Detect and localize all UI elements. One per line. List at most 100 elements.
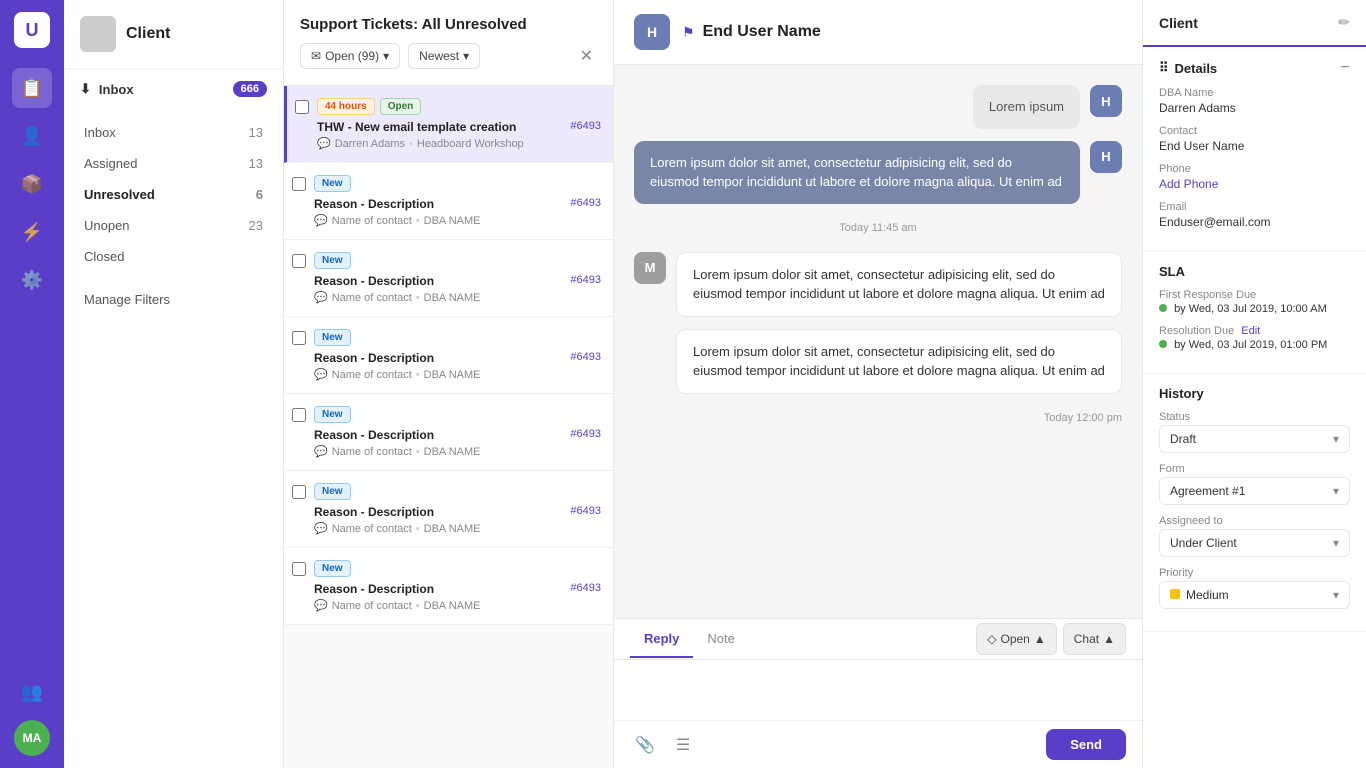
- message-avatar: H: [1090, 141, 1122, 173]
- right-panel-header: Client ✏: [1143, 0, 1366, 47]
- ticket-checkbox[interactable]: [292, 254, 306, 268]
- phone-value[interactable]: Add Phone: [1159, 177, 1350, 191]
- inbox-arrow-icon: ⬇: [80, 81, 91, 97]
- priority-dropdown[interactable]: Medium ▾: [1159, 581, 1350, 609]
- ticket-list-header: Support Tickets: All Unresolved ✉ Open (…: [284, 0, 613, 86]
- nav-icon-contacts[interactable]: 👤: [12, 116, 52, 156]
- ticket-badges: New: [314, 252, 601, 269]
- ticket-checkbox[interactable]: [292, 177, 306, 191]
- ticket-checkbox[interactable]: [292, 485, 306, 499]
- nav-avatar[interactable]: MA: [14, 720, 50, 756]
- ticket-item[interactable]: New Reason - Description #6493 💬 Name of…: [284, 471, 613, 548]
- details-title-text: Details: [1175, 61, 1218, 76]
- reply-input[interactable]: [614, 660, 1142, 720]
- sidebar-item-assigned-label: Assigned: [84, 156, 137, 171]
- sidebar-item-unopen[interactable]: Unopen 23: [64, 210, 283, 241]
- ticket-checkbox[interactable]: [292, 408, 306, 422]
- sidebar-inbox-row[interactable]: ⬇ Inbox 666: [64, 69, 283, 109]
- ticket-items: 44 hours Open THW - New email template c…: [284, 86, 613, 768]
- conversation-contact-name: End User Name: [703, 23, 821, 41]
- ticket-checkbox[interactable]: [292, 331, 306, 345]
- send-button[interactable]: Send: [1046, 729, 1126, 760]
- ticket-list-close-btn[interactable]: ✕: [576, 44, 597, 68]
- sidebar-item-inbox[interactable]: Inbox 13: [64, 117, 283, 148]
- conversation-name-row: ⚑ End User Name: [682, 23, 821, 41]
- sla-title-text: SLA: [1159, 264, 1185, 279]
- assigned-value: Under Client: [1170, 536, 1237, 550]
- sidebar-item-unresolved[interactable]: Unresolved 6: [64, 179, 283, 210]
- action-open-chevron: ▲: [1034, 632, 1046, 646]
- tab-note[interactable]: Note: [693, 621, 748, 658]
- attachment-btn[interactable]: 📎: [630, 730, 660, 760]
- edit-icon[interactable]: ✏: [1338, 14, 1350, 31]
- form-label: Form: [1159, 463, 1350, 475]
- ticket-subject-text: Reason - Description: [314, 582, 434, 596]
- badge-new: New: [314, 329, 351, 346]
- app-logo[interactable]: U: [14, 12, 50, 48]
- badge-new: New: [314, 252, 351, 269]
- ticket-subject: Reason - Description #6493: [314, 351, 601, 365]
- inbox-badge: 666: [233, 81, 267, 97]
- ticket-content: 44 hours Open THW - New email template c…: [317, 98, 601, 150]
- sidebar-item-unopen-count: 23: [249, 218, 263, 233]
- sidebar-item-assigned[interactable]: Assigned 13: [64, 148, 283, 179]
- contact-label: Contact: [1159, 125, 1350, 137]
- nav-icon-settings[interactable]: ⚙️: [12, 260, 52, 300]
- ticket-item[interactable]: New Reason - Description #6493 💬 Name of…: [284, 548, 613, 625]
- left-nav: U 📋 👤 📦 ⚡ ⚙️ 👥 MA: [0, 0, 64, 768]
- priority-field: Priority Medium ▾: [1159, 567, 1350, 609]
- ticket-item[interactable]: New Reason - Description #6493 💬 Name of…: [284, 394, 613, 471]
- nav-icon-inbox[interactable]: 📋: [12, 68, 52, 108]
- ticket-checkbox[interactable]: [295, 100, 309, 114]
- ticket-item[interactable]: 44 hours Open THW - New email template c…: [284, 86, 613, 163]
- ticket-meta: 💬 Darren Adams • Headboard Workshop: [317, 137, 601, 150]
- ticket-badges: New: [314, 406, 601, 423]
- ticket-checkbox[interactable]: [292, 562, 306, 576]
- filter-newest-btn[interactable]: Newest ▾: [408, 43, 480, 69]
- nav-icon-users[interactable]: 👥: [12, 672, 52, 712]
- sidebar-item-unopen-label: Unopen: [84, 218, 130, 233]
- tab-reply[interactable]: Reply: [630, 621, 693, 658]
- message-time: Today 11:45 am: [634, 222, 1122, 234]
- resolution-edit-link[interactable]: Edit: [1241, 325, 1260, 337]
- ticket-content: New Reason - Description #6493 💬 Name of…: [314, 329, 601, 381]
- resolution-value: by Wed, 03 Jul 2019, 01:00 PM: [1159, 339, 1350, 351]
- action-open-btn[interactable]: ◇ Open ▲: [976, 623, 1056, 655]
- assigned-dropdown[interactable]: Under Client ▾: [1159, 529, 1350, 557]
- text-format-btn[interactable]: ☰: [668, 730, 698, 760]
- nav-icon-tickets[interactable]: 📦: [12, 164, 52, 204]
- sidebar-item-unresolved-count: 6: [256, 187, 263, 202]
- ticket-subject: THW - New email template creation #6493: [317, 120, 601, 134]
- nav-icon-integrations[interactable]: ⚡: [12, 212, 52, 252]
- ticket-content: New Reason - Description #6493 💬 Name of…: [314, 560, 601, 612]
- status-label: Status: [1159, 411, 1350, 423]
- history-title-text: History: [1159, 386, 1204, 401]
- ticket-contact: Darren Adams: [335, 138, 405, 150]
- ticket-dba: DBA NAME: [424, 600, 481, 612]
- sla-green-dot: [1159, 304, 1167, 312]
- ticket-chat-icon: 💬: [314, 214, 328, 227]
- filter-open-btn[interactable]: ✉ Open (99) ▾: [300, 43, 400, 69]
- manage-filters[interactable]: Manage Filters: [64, 284, 283, 315]
- action-chat-btn[interactable]: Chat ▲: [1063, 623, 1126, 655]
- ticket-item[interactable]: New Reason - Description #6493 💬 Name of…: [284, 317, 613, 394]
- status-dropdown[interactable]: Draft ▾: [1159, 425, 1350, 453]
- ticket-meta: 💬 Name of contact • DBA NAME: [314, 368, 601, 381]
- ticket-item[interactable]: New Reason - Description #6493 💬 Name of…: [284, 163, 613, 240]
- ticket-dba: DBA NAME: [424, 523, 481, 535]
- email-field: Email Enduser@email.com: [1159, 201, 1350, 229]
- message-row: H Lorem ipsum: [634, 85, 1122, 129]
- resolution-text: by Wed, 03 Jul 2019, 01:00 PM: [1174, 339, 1327, 351]
- form-value: Agreement #1: [1170, 484, 1245, 498]
- sidebar-item-inbox-label: Inbox: [84, 125, 116, 140]
- message-time: Today 12:00 pm: [634, 412, 1122, 424]
- first-response-label: First Response Due: [1159, 289, 1350, 301]
- form-dropdown[interactable]: Agreement #1 ▾: [1159, 477, 1350, 505]
- resolution-field: Resolution Due Edit by Wed, 03 Jul 2019,…: [1159, 325, 1350, 351]
- details-collapse-btn[interactable]: −: [1341, 59, 1350, 77]
- ticket-item[interactable]: New Reason - Description #6493 💬 Name of…: [284, 240, 613, 317]
- sidebar-item-closed[interactable]: Closed: [64, 241, 283, 272]
- badge-open: Open: [380, 98, 422, 115]
- assigned-chevron-icon: ▾: [1333, 536, 1339, 550]
- ticket-chat-icon: 💬: [314, 599, 328, 612]
